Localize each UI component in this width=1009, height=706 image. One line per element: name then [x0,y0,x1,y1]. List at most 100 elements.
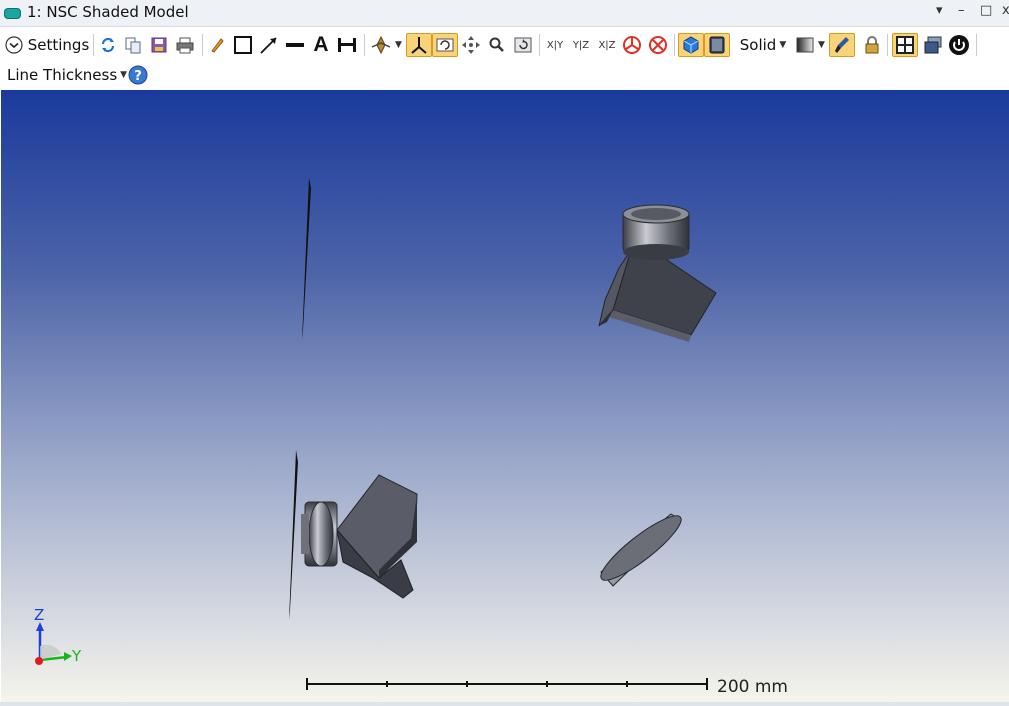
separator [887,34,888,56]
z-axis-label: Z [34,606,44,624]
refresh-icon [101,37,115,53]
layout-button[interactable] [892,33,918,57]
axes-button[interactable] [406,33,432,57]
line-thickness-dropdown[interactable]: Line Thickness ▼ [7,63,127,87]
toolbar: Settings A ▼ X|Y Y|Z X|Z Solid ▼ ▼ [0,30,1009,60]
model-view-icon [709,36,725,54]
rotate-view-icon [371,35,391,55]
3d-viewport[interactable]: Z Y 200 mm [1,90,1009,702]
pan-icon [462,36,480,54]
x-axis-dot [35,657,43,665]
separator [364,34,365,56]
rotate-icon [436,38,454,52]
view-xz-label: X|Z [598,39,616,51]
settings-label: Settings [27,36,90,54]
solid-dropdown[interactable]: Solid ▼ [738,33,788,57]
layout-icon [896,36,914,54]
separator [539,34,540,56]
reset-view-button[interactable] [511,33,535,57]
axes-icon [411,37,427,54]
mirror-mount-upper [598,204,717,342]
print-button[interactable] [174,33,196,57]
rectangle-icon [234,36,252,54]
y-axis-label: Y [71,647,82,665]
view-yz-label: Y|Z [572,39,590,51]
chevron-down-icon: ▼ [818,40,825,50]
view-xz-button[interactable]: X|Z [595,33,619,57]
model-view-button[interactable] [704,33,730,57]
scale-bar: 200 mm [306,677,788,697]
power-button[interactable] [947,33,971,57]
y-axis-arrow [64,652,72,661]
title-bar: 1: NSC Shaded Model ▾ – □ x [0,0,1009,27]
lock-icon [865,36,879,54]
print-icon [176,37,194,54]
text-tool-button[interactable]: A [310,33,332,57]
settings-button[interactable]: Settings [3,33,91,57]
no-ray-icon [649,36,667,54]
separator [93,34,94,56]
pencil-icon [211,38,224,53]
solid-cube-icon [683,36,699,54]
line-icon [286,43,304,47]
text-icon: A [313,33,329,56]
solid-cube-button[interactable] [678,33,704,57]
minimize-button[interactable]: – [958,3,965,18]
chevron-down-icon: ▼ [779,40,787,50]
rays-icon [623,36,641,54]
window-button[interactable] [921,33,945,57]
app-icon [4,8,21,19]
power-icon [949,35,969,55]
solid-label: Solid [739,36,777,54]
line-thickness-label: Line Thickness [7,66,118,84]
separator [202,34,203,56]
brush-button[interactable] [829,33,855,57]
toolbar-secondary: Line Thickness ▼ ? [0,60,1009,88]
thin-plate-lower [289,450,298,620]
help-button[interactable]: ? [127,63,149,87]
gradient-dropdown[interactable]: ▼ [794,33,826,57]
scale-bar-label: 200 mm [717,677,788,697]
window-menu-button[interactable]: ▾ [936,3,943,18]
status-strip [0,702,1009,706]
rays-button[interactable] [621,33,643,57]
line-tool-button[interactable] [284,33,306,57]
settings-chevron-icon [5,36,23,54]
zoom-button[interactable] [486,33,508,57]
chevron-down-icon: ▼ [395,40,402,50]
mirror-mount-lower [301,474,418,599]
svg-text:?: ? [134,69,142,84]
rotate-button[interactable] [432,33,458,57]
separator [674,34,675,56]
brush-icon [835,37,849,53]
zoom-icon [489,37,504,52]
view-yz-button[interactable]: Y|Z [569,33,593,57]
axis-triad: Z Y [34,606,82,665]
reset-view-icon [514,37,532,53]
gradient-icon [796,37,814,53]
save-icon [151,37,167,53]
maximize-button[interactable]: □ [980,3,992,18]
lock-button[interactable] [861,33,883,57]
lens-disk [600,513,682,587]
rotate-view-dropdown[interactable]: ▼ [369,33,403,57]
refresh-button[interactable] [97,33,119,57]
copy-button[interactable] [122,33,144,57]
copy-icon [125,37,141,54]
view-xy-button[interactable]: X|Y [543,33,567,57]
separator [976,34,977,56]
help-icon: ? [128,65,148,85]
arrow-icon [260,37,277,54]
window-title: 1: NSC Shaded Model [27,3,189,21]
save-button[interactable] [148,33,170,57]
close-button[interactable]: x [1002,3,1009,18]
arrow-tool-button[interactable] [258,33,280,57]
shaded-model-scene: Z Y 200 mm [34,178,788,697]
window-icon [924,36,942,54]
no-ray-button[interactable] [647,33,669,57]
view-xy-label: X|Y [546,39,564,51]
dimension-tool-button[interactable] [336,33,358,57]
pan-button[interactable] [460,33,482,57]
pencil-tool-button[interactable] [207,33,229,57]
rectangle-tool-button[interactable] [232,33,254,57]
